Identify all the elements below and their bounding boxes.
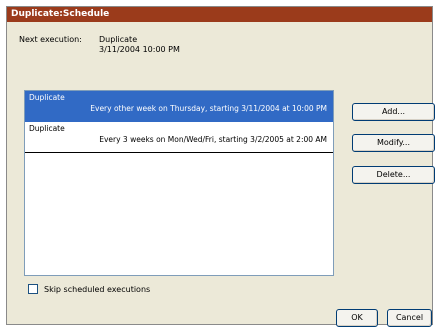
next-execution-datetime: 3/11/2004 10:00 PM	[99, 45, 180, 54]
modify-button[interactable]: Modify...	[352, 134, 435, 152]
delete-button[interactable]: Delete...	[352, 166, 435, 184]
schedule-list-item[interactable]: Duplicate Every other week on Thursday, …	[25, 91, 333, 122]
next-execution-label: Next execution:	[19, 35, 82, 44]
skip-scheduled-label: Skip scheduled executions	[44, 284, 151, 294]
schedule-list[interactable]: Duplicate Every other week on Thursday, …	[24, 90, 334, 276]
schedule-list-item[interactable]: Duplicate Every 3 weeks on Mon/Wed/Fri, …	[25, 122, 333, 153]
schedule-dialog: Duplicate:Schedule Next execution: Dupli…	[6, 6, 435, 327]
schedule-name: Duplicate	[29, 124, 65, 133]
schedule-name: Duplicate	[29, 93, 65, 102]
add-button[interactable]: Add...	[352, 103, 435, 121]
skip-scheduled-checkbox[interactable]	[28, 284, 38, 294]
dialog-titlebar[interactable]: Duplicate:Schedule	[7, 7, 432, 22]
skip-scheduled-row[interactable]: Skip scheduled executions	[28, 284, 150, 294]
schedule-description: Every other week on Thursday, starting 3…	[90, 104, 327, 113]
cancel-button[interactable]: Cancel	[387, 309, 432, 327]
schedule-description: Every 3 weeks on Mon/Wed/Fri, starting 3…	[99, 135, 327, 144]
next-execution-name: Duplicate	[99, 35, 138, 44]
ok-button[interactable]: OK	[336, 309, 378, 327]
next-execution-values: Duplicate 3/11/2004 10:00 PM	[99, 35, 180, 55]
